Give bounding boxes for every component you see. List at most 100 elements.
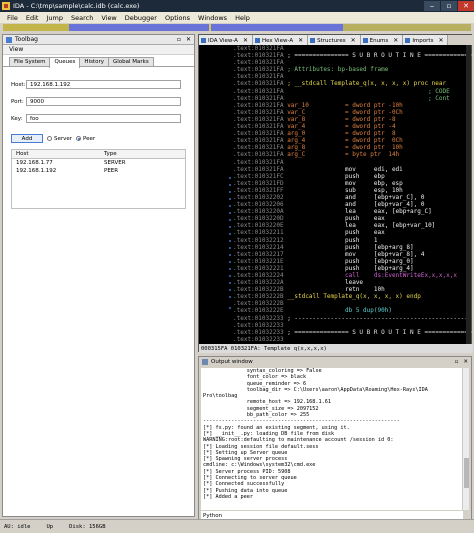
code-line[interactable]: .text:010321FF sub esp, 10h bbox=[233, 187, 473, 194]
code-address: .text:01032233 bbox=[233, 328, 284, 336]
code-line[interactable]: .text:0103220E lea eax, [ebp+var_10] bbox=[233, 222, 473, 229]
menu-options[interactable]: Options bbox=[161, 14, 194, 22]
table-row[interactable]: 192.168.1.192 PEER bbox=[12, 167, 185, 175]
menu-help[interactable]: Help bbox=[231, 14, 254, 22]
code-line[interactable]: .text:0103222B bbox=[233, 300, 473, 307]
server-radio[interactable]: Server bbox=[47, 136, 72, 142]
code-line[interactable]: .text:010321FA var_10 = dword ptr -10h bbox=[233, 102, 473, 109]
navigation-band[interactable] bbox=[3, 24, 471, 31]
menu-view[interactable]: View bbox=[97, 14, 120, 22]
code-line[interactable]: .text:01032233 ; -----------------------… bbox=[233, 315, 473, 322]
tab-global-marks[interactable]: Global Marks bbox=[107, 57, 154, 66]
code-line[interactable]: .text:0103222E db 5 dup(90h) bbox=[233, 307, 473, 314]
code-line[interactable]: .text:01032233 bbox=[233, 336, 473, 343]
output-line: [*] Added a peer bbox=[203, 493, 253, 500]
port-input[interactable] bbox=[26, 97, 181, 106]
close-panel-icon[interactable]: ✕ bbox=[463, 359, 468, 365]
add-button[interactable]: Add bbox=[11, 134, 43, 143]
peer-radio[interactable]: Peer bbox=[76, 136, 95, 142]
peer-radio-dot[interactable] bbox=[76, 136, 82, 141]
server-radio-dot[interactable] bbox=[47, 136, 52, 141]
menu-search[interactable]: Search bbox=[67, 14, 97, 22]
code-line[interactable]: .text:01032202 and [ebp+var_C], 0 bbox=[233, 194, 473, 201]
minimize-button[interactable]: ‒ bbox=[424, 1, 440, 11]
code-address: .text:01032214 bbox=[233, 243, 284, 251]
menu-edit[interactable]: Edit bbox=[22, 14, 43, 22]
tab-file-system[interactable]: File System bbox=[9, 57, 51, 66]
code-line[interactable]: .text:010321FA arg_4 = dword ptr 0Ch bbox=[233, 137, 473, 144]
float-icon[interactable]: ▫ bbox=[177, 36, 181, 43]
code-line[interactable]: .text:01032221 push [ebp+arg_4] bbox=[233, 265, 473, 272]
host-input[interactable] bbox=[26, 80, 181, 89]
code-line[interactable]: .text:0103222B __stdcall Template_q(x, x… bbox=[233, 293, 473, 300]
close-tab-icon[interactable]: ✕ bbox=[393, 37, 398, 44]
close-tab-icon[interactable]: ✕ bbox=[438, 37, 443, 44]
tab-queues[interactable]: Queues bbox=[49, 57, 81, 68]
code-line[interactable]: .text:01032211 push eax bbox=[233, 229, 473, 236]
code-line[interactable]: .text:01032206 and [ebp+var_4], 0 bbox=[233, 201, 473, 208]
code-line[interactable]: .text:010321FA bbox=[233, 73, 473, 80]
code-line[interactable]: .text:010321FA ; CODE bbox=[233, 88, 473, 95]
tab-hex-view-a[interactable]: Hex View-A ✕ bbox=[252, 35, 309, 45]
code-line[interactable]: .text:0103220A lea eax, [ebp+arg_C] bbox=[233, 208, 473, 215]
code-line[interactable]: .text:01032214 push [ebp+arg_8] bbox=[233, 244, 473, 251]
float-icon[interactable]: ▫ bbox=[455, 359, 459, 365]
code-line[interactable]: .text:0103222B retn 10h bbox=[233, 286, 473, 293]
code-line[interactable]: .text:010321FC push ebp bbox=[233, 173, 473, 180]
code-line[interactable]: .text:01032233 bbox=[233, 322, 473, 329]
key-input[interactable] bbox=[26, 114, 181, 123]
close-tab-icon[interactable]: ✕ bbox=[351, 37, 356, 44]
table-row[interactable]: 192.168.1.77 SERVER bbox=[12, 159, 185, 167]
code-line[interactable]: .text:010321FD mov ebp, esp bbox=[233, 180, 473, 187]
close-panel-icon[interactable]: ✕ bbox=[186, 36, 191, 43]
column-host[interactable]: Host bbox=[12, 151, 100, 157]
code-line[interactable]: .text:010321FA arg_C = byte ptr 14h bbox=[233, 151, 473, 158]
code-line[interactable]: .text:010321FA mov edi, edi bbox=[233, 166, 473, 173]
close-tab-icon[interactable]: ✕ bbox=[243, 37, 248, 44]
code-line[interactable]: .text:010321FA arg_8 = dword ptr 10h bbox=[233, 144, 473, 151]
peer-radio-label: Peer bbox=[83, 135, 96, 142]
code-line[interactable]: .text:010321FA var_4 = dword ptr -4 bbox=[233, 123, 473, 130]
close-tab-icon[interactable]: ✕ bbox=[298, 37, 303, 44]
scrollbar-thumb[interactable] bbox=[464, 458, 469, 488]
tab-ida-view-a[interactable]: IDA View-A ✕ bbox=[199, 35, 253, 45]
column-type[interactable]: Type bbox=[100, 151, 180, 157]
code-line[interactable]: .text:010321FA ; =============== S U B R… bbox=[233, 52, 473, 59]
code-line[interactable]: .text:010321FA ; Cont bbox=[233, 95, 473, 102]
code-text: var_10 = dword ptr -10h bbox=[283, 101, 403, 109]
menu-file[interactable]: File bbox=[3, 14, 22, 22]
code-address: .text:010321FD bbox=[233, 179, 284, 187]
tab-history[interactable]: History bbox=[79, 57, 109, 66]
code-line[interactable]: .text:010321FA var_C = dword ptr -0Ch bbox=[233, 109, 473, 116]
code-line[interactable]: .text:010321FA bbox=[233, 45, 473, 52]
tab-enums[interactable]: Enums ✕ bbox=[360, 35, 404, 45]
maximize-button[interactable]: ▫ bbox=[441, 1, 457, 11]
code-line[interactable]: .text:0103220D push eax bbox=[233, 215, 473, 222]
code-line[interactable]: .text:01032233 ; =============== S U B R… bbox=[233, 329, 473, 336]
code-address: .text:01032221 bbox=[233, 264, 284, 272]
code-line[interactable]: .text:0103222A leave bbox=[233, 279, 473, 286]
close-button[interactable]: ✕ bbox=[458, 1, 474, 11]
menu-jump[interactable]: Jump bbox=[42, 14, 67, 22]
output-scrollbar[interactable] bbox=[462, 368, 469, 510]
output-log[interactable]: syntax_coloring => False font_color => b… bbox=[201, 368, 463, 510]
code-line[interactable]: .text:0103221E push [ebp+arg_0] bbox=[233, 258, 473, 265]
code-line[interactable]: .text:010321FA bbox=[233, 59, 473, 66]
code-line[interactable]: .text:010321FA var_8 = dword ptr -8 bbox=[233, 116, 473, 123]
disassembly-scrollbar[interactable] bbox=[466, 45, 471, 344]
disassembly-listing[interactable]: .text:010321FA .text:010321FA ; =========… bbox=[199, 45, 473, 345]
code-line[interactable]: .text:01032212 push 1 bbox=[233, 237, 473, 244]
tab-imports[interactable]: Imports ✕ bbox=[403, 35, 449, 45]
code-line[interactable]: .text:010321FA ; __stdcall Template_q(x,… bbox=[233, 80, 473, 87]
code-line[interactable]: .text:010321FA arg_0 = dword ptr 8 bbox=[233, 130, 473, 137]
window-title: IDA - C:\tmp\sample\calc.idb (calc.exe) bbox=[13, 2, 140, 10]
code-line[interactable]: .text:01032224 call ds:EventWriteEx,x,x,… bbox=[233, 272, 473, 279]
tab-structures[interactable]: Structures ✕ bbox=[308, 35, 361, 45]
code-text: push [ebp+arg_4] bbox=[283, 264, 414, 272]
menu-debugger[interactable]: Debugger bbox=[121, 14, 161, 22]
code-line[interactable]: .text:01032217 mov [ebp+var_8], 4 bbox=[233, 251, 473, 258]
code-line[interactable]: .text:010321FA ; Attributes: bp-based fr… bbox=[233, 66, 473, 73]
nav-band-data-segment bbox=[343, 24, 471, 31]
menu-windows[interactable]: Windows bbox=[194, 14, 231, 22]
code-line[interactable]: .text:010321FA bbox=[233, 159, 473, 166]
